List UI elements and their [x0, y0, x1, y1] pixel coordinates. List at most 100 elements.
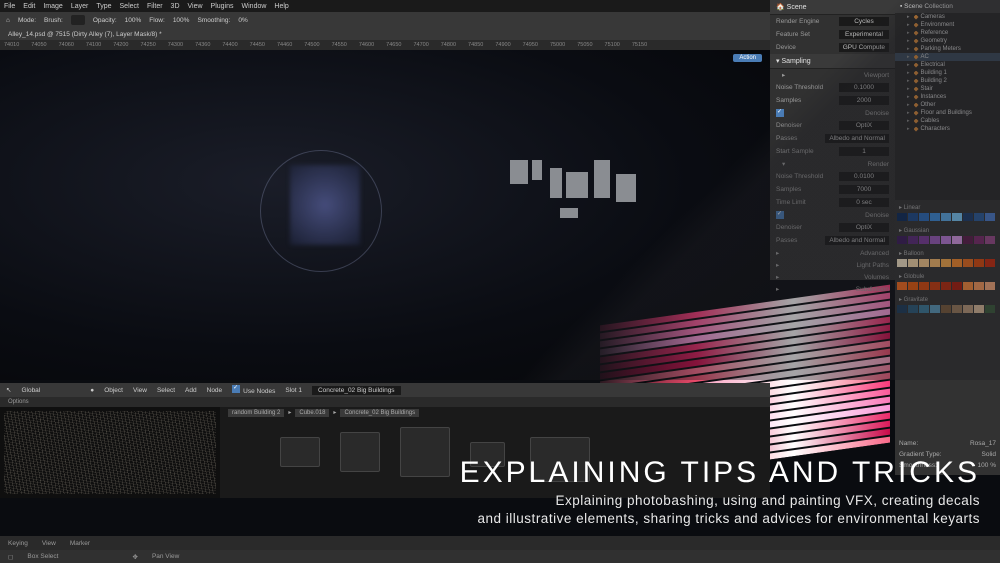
- swatch-group-label[interactable]: ▸ Balloon: [897, 248, 998, 259]
- gradient-name-value[interactable]: Rosa_17: [970, 440, 996, 447]
- view-menu[interactable]: View: [133, 387, 147, 394]
- color-swatch[interactable]: [919, 282, 929, 290]
- color-swatch[interactable]: [974, 305, 984, 313]
- material-name[interactable]: Concrete_02 Big Buildings: [312, 386, 401, 395]
- cursor-icon[interactable]: ↖: [6, 386, 11, 394]
- breadcrumb-item[interactable]: random Building 2: [228, 409, 284, 417]
- color-swatch[interactable]: [941, 213, 951, 221]
- denoiser-dropdown[interactable]: OptiX: [839, 121, 889, 130]
- color-swatch[interactable]: [952, 213, 962, 221]
- color-swatch[interactable]: [897, 259, 907, 267]
- menu-3d[interactable]: 3D: [171, 3, 180, 10]
- feature-set-dropdown[interactable]: Experimental: [839, 30, 889, 39]
- add-menu[interactable]: Add: [185, 387, 197, 394]
- noise-threshold-input[interactable]: 0.1000: [839, 83, 889, 92]
- color-swatch[interactable]: [908, 213, 918, 221]
- color-swatch[interactable]: [941, 259, 951, 267]
- node-menu[interactable]: Node: [207, 387, 223, 394]
- swatch-group-label[interactable]: ▸ Gaussian: [897, 225, 998, 236]
- color-swatch[interactable]: [908, 259, 918, 267]
- samples-input[interactable]: 2000: [839, 96, 889, 105]
- smoothing-value[interactable]: 0%: [238, 17, 247, 24]
- global-dropdown[interactable]: Global: [21, 387, 40, 394]
- outliner-item[interactable]: ▸AC: [895, 53, 1000, 61]
- advanced-section[interactable]: Advanced: [860, 250, 889, 257]
- color-swatch[interactable]: [952, 236, 962, 244]
- brush-preview[interactable]: [71, 15, 85, 25]
- menu-view[interactable]: View: [188, 3, 203, 10]
- color-swatch[interactable]: [941, 282, 951, 290]
- color-swatch[interactable]: [908, 236, 918, 244]
- subdivision-section[interactable]: Subdivision: [856, 286, 889, 293]
- outliner-item[interactable]: ▸Other: [895, 101, 1000, 109]
- sampling-header[interactable]: ▾ Sampling: [770, 54, 895, 69]
- select-menu[interactable]: Select: [157, 387, 175, 394]
- outliner-item[interactable]: ▸Stair: [895, 85, 1000, 93]
- use-nodes-checkbox[interactable]: [232, 385, 240, 393]
- outliner-item[interactable]: ▸Floor and Buildings: [895, 109, 1000, 117]
- outliner-item[interactable]: ▸Cameras: [895, 13, 1000, 21]
- color-swatch[interactable]: [930, 305, 940, 313]
- color-swatch[interactable]: [919, 305, 929, 313]
- render-passes-dropdown[interactable]: Albedo and Normal: [825, 236, 889, 245]
- outliner-item[interactable]: ▸Parking Meters: [895, 45, 1000, 53]
- outliner-item[interactable]: ▸Characters: [895, 125, 1000, 133]
- keying-label[interactable]: Keying: [8, 540, 28, 547]
- color-swatch[interactable]: [985, 213, 995, 221]
- menu-window[interactable]: Window: [242, 3, 267, 10]
- menu-select[interactable]: Select: [120, 3, 139, 10]
- flow-value[interactable]: 100%: [173, 17, 190, 24]
- color-swatch[interactable]: [963, 236, 973, 244]
- color-swatch[interactable]: [919, 236, 929, 244]
- color-swatch[interactable]: [930, 282, 940, 290]
- color-swatch[interactable]: [930, 213, 940, 221]
- outliner-item[interactable]: ▸Electrical: [895, 61, 1000, 69]
- device-dropdown[interactable]: GPU Compute: [839, 43, 889, 52]
- outliner-item[interactable]: ▸Building 2: [895, 77, 1000, 85]
- slot-dropdown[interactable]: Slot 1: [285, 387, 302, 394]
- color-swatch[interactable]: [985, 305, 995, 313]
- menu-edit[interactable]: Edit: [23, 3, 35, 10]
- color-swatch[interactable]: [974, 213, 984, 221]
- color-swatch[interactable]: [930, 259, 940, 267]
- light-paths-section[interactable]: Light Paths: [856, 262, 889, 269]
- color-swatch[interactable]: [963, 305, 973, 313]
- start-sample-input[interactable]: 1: [839, 147, 889, 156]
- swatch-group-label[interactable]: ▸ Gravitate: [897, 294, 998, 305]
- color-swatch[interactable]: [952, 305, 962, 313]
- outliner-item[interactable]: ▸Reference: [895, 29, 1000, 37]
- view-label[interactable]: View: [42, 540, 56, 547]
- color-swatch[interactable]: [963, 282, 973, 290]
- color-swatch[interactable]: [974, 259, 984, 267]
- outliner-item[interactable]: ▸Cables: [895, 117, 1000, 125]
- menu-type[interactable]: Type: [96, 3, 111, 10]
- color-swatch[interactable]: [941, 236, 951, 244]
- breadcrumb-item[interactable]: Concrete_02 Big Buildings: [340, 409, 419, 417]
- outliner-item[interactable]: ▸Building 1: [895, 69, 1000, 77]
- outliner-item[interactable]: ▸Instances: [895, 93, 1000, 101]
- color-swatch[interactable]: [908, 282, 918, 290]
- color-swatch[interactable]: [952, 259, 962, 267]
- color-swatch[interactable]: [974, 236, 984, 244]
- breadcrumb-item[interactable]: Cube.018: [295, 409, 329, 417]
- options-row[interactable]: Options: [0, 397, 770, 407]
- menu-image[interactable]: Image: [43, 3, 62, 10]
- marker-label[interactable]: Marker: [70, 540, 90, 547]
- color-swatch[interactable]: [974, 282, 984, 290]
- color-swatch[interactable]: [985, 236, 995, 244]
- opacity-value[interactable]: 100%: [125, 17, 142, 24]
- render-denoise-checkbox[interactable]: [776, 211, 784, 219]
- denoise-checkbox[interactable]: [776, 109, 784, 117]
- render-samples-input[interactable]: 7000: [839, 185, 889, 194]
- swatch-group-label[interactable]: ▸ Globule: [897, 271, 998, 282]
- color-swatch[interactable]: [985, 282, 995, 290]
- color-swatch[interactable]: [930, 236, 940, 244]
- viewport-section[interactable]: Viewport: [864, 72, 889, 79]
- color-swatch[interactable]: [897, 305, 907, 313]
- color-swatch[interactable]: [963, 213, 973, 221]
- menu-help[interactable]: Help: [274, 3, 288, 10]
- menu-filter[interactable]: Filter: [147, 3, 163, 10]
- home-icon[interactable]: ⌂: [6, 17, 10, 24]
- color-swatch[interactable]: [941, 305, 951, 313]
- menu-plugins[interactable]: Plugins: [211, 3, 234, 10]
